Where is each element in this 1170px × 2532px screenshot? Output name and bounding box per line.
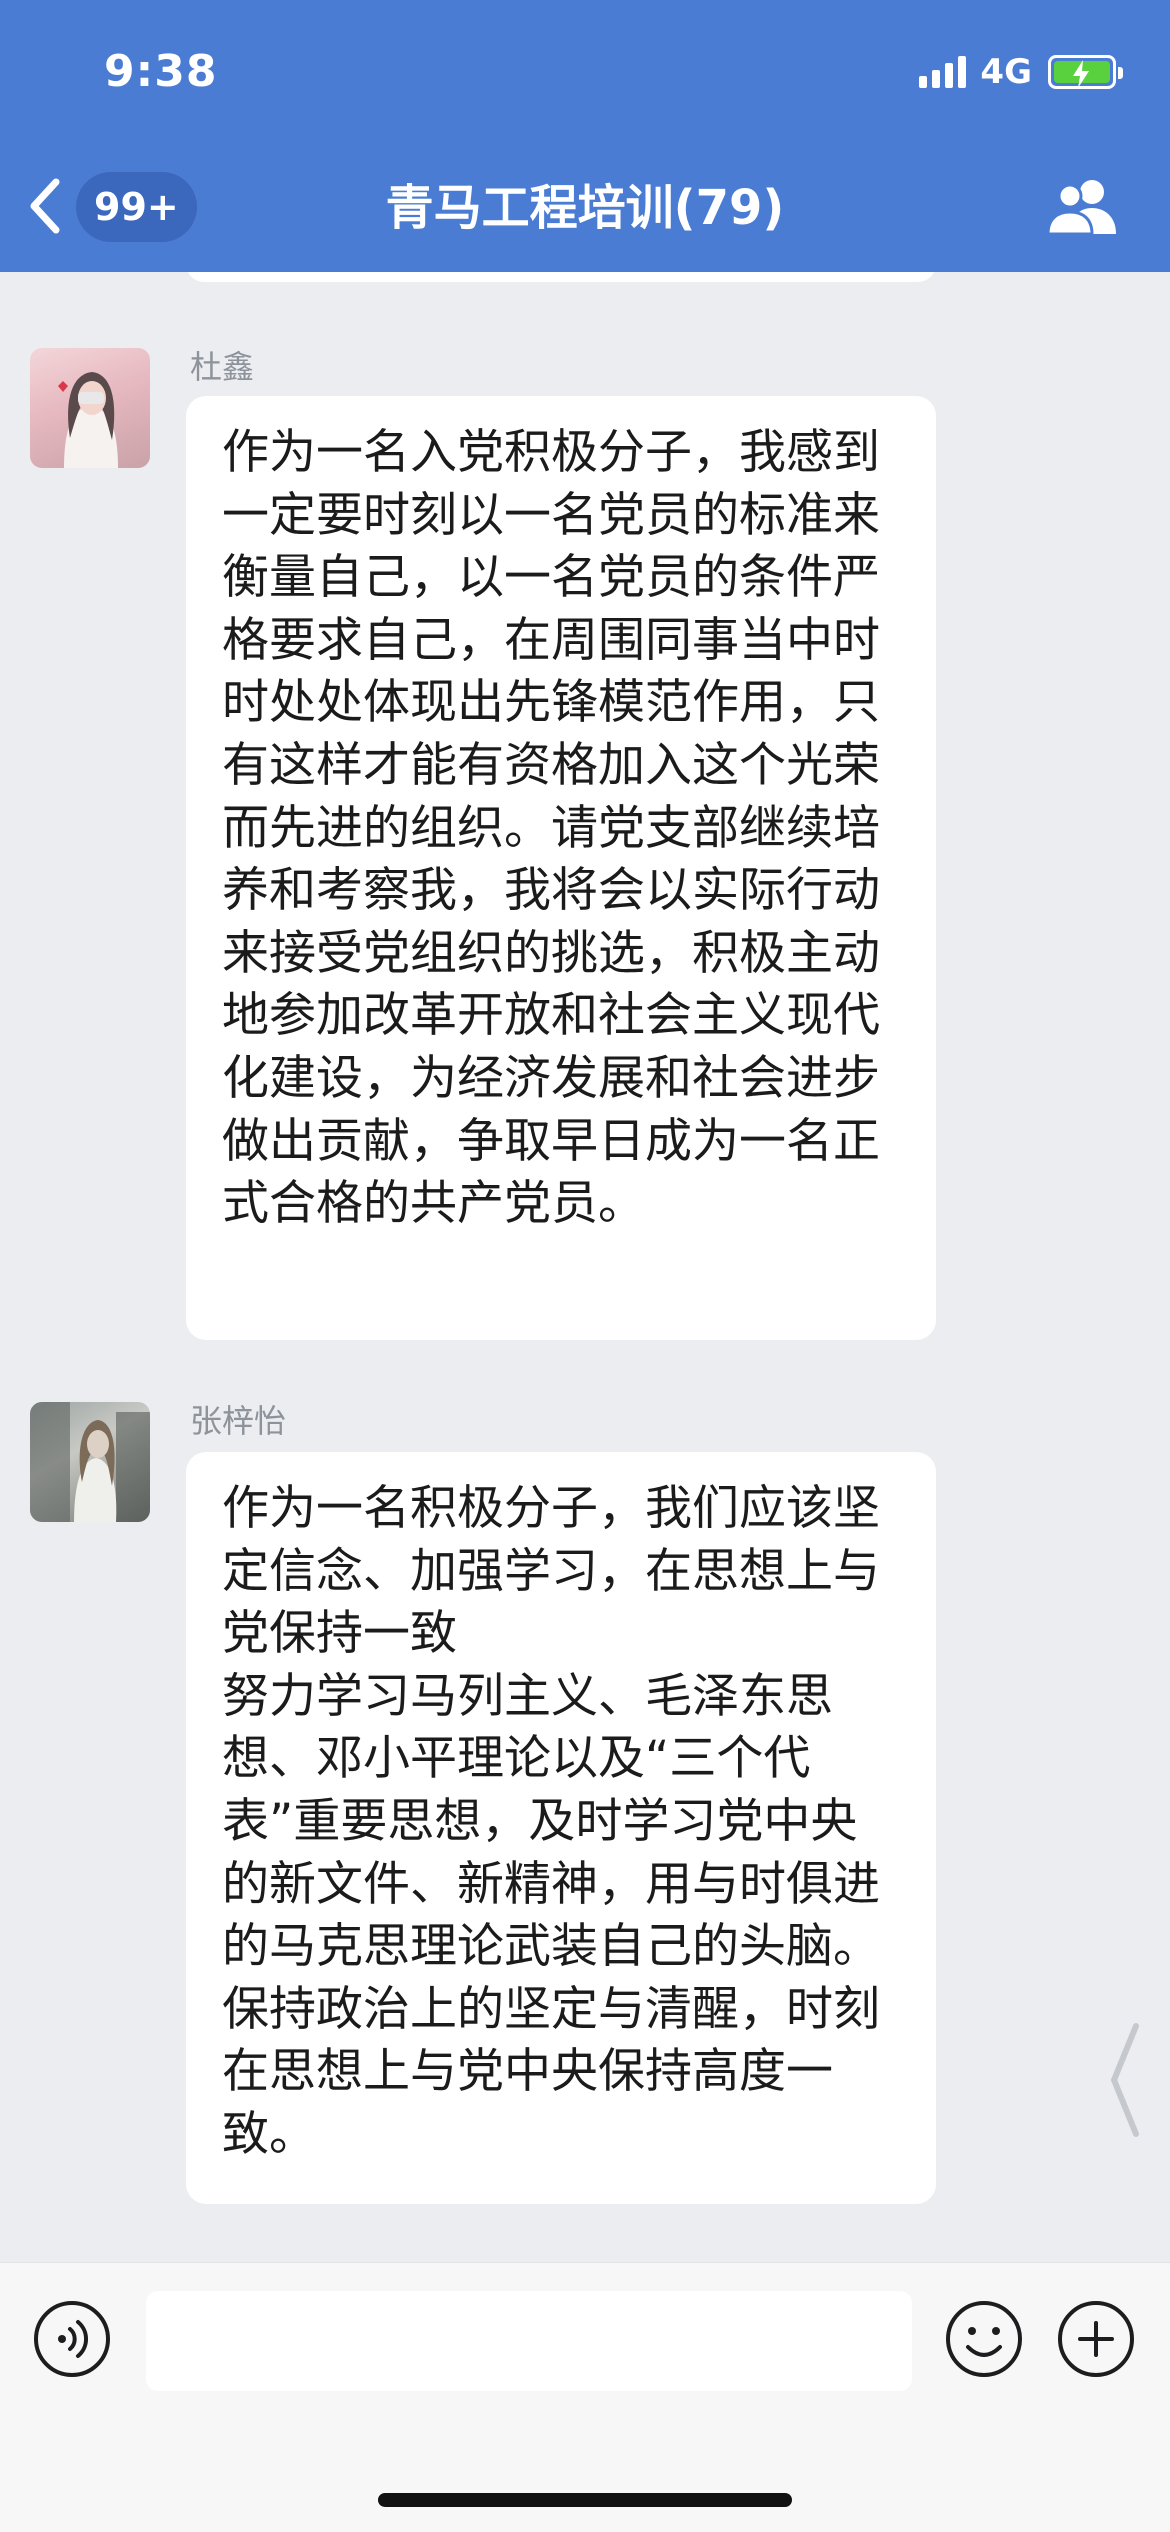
chat-header: 9:38 4G 99+ 青马工程培训(79) <box>0 0 1170 272</box>
cellular-signal-icon <box>919 56 967 88</box>
status-indicators: 4G <box>919 52 1123 92</box>
sender-name: 张梓怡 <box>190 1402 287 1440</box>
group-members-icon[interactable] <box>1040 176 1126 236</box>
avatar[interactable] <box>30 1402 150 1522</box>
status-time: 9:38 <box>104 46 218 97</box>
input-bar <box>0 2262 1170 2532</box>
chat-title: 青马工程培训(79) <box>385 180 785 236</box>
sender-name: 杜鑫 <box>190 348 255 386</box>
emoji-icon[interactable] <box>944 2299 1024 2379</box>
message-bubble[interactable]: 作为一名积极分子，我们应该坚定信念、加强学习，在思想上与党保持一致 努力学习马列… <box>186 1452 936 2204</box>
voice-input-icon[interactable] <box>32 2299 112 2379</box>
network-type-label: 4G <box>980 52 1032 92</box>
avatar-street-photo-icon <box>30 1402 150 1522</box>
message-bubble[interactable]: 作为一名入党积极分子，我感到一定要时刻以一名党员的标准来衡量自己，以一名党员的条… <box>186 396 936 1340</box>
previous-message-bubble <box>186 272 936 282</box>
home-indicator <box>378 2493 792 2507</box>
avatar[interactable] <box>30 348 150 468</box>
plus-circle-icon[interactable] <box>1056 2299 1136 2379</box>
message-input[interactable] <box>146 2291 912 2391</box>
side-panel-handle-icon[interactable] <box>1104 2020 1144 2140</box>
avatar-girl-pink-icon <box>58 372 118 468</box>
message-list[interactable]: 杜鑫 作为一名入党积极分子，我感到一定要时刻以一名党员的标准来衡量自己，以一名党… <box>0 272 1170 2262</box>
battery-charging-icon <box>1048 55 1123 89</box>
